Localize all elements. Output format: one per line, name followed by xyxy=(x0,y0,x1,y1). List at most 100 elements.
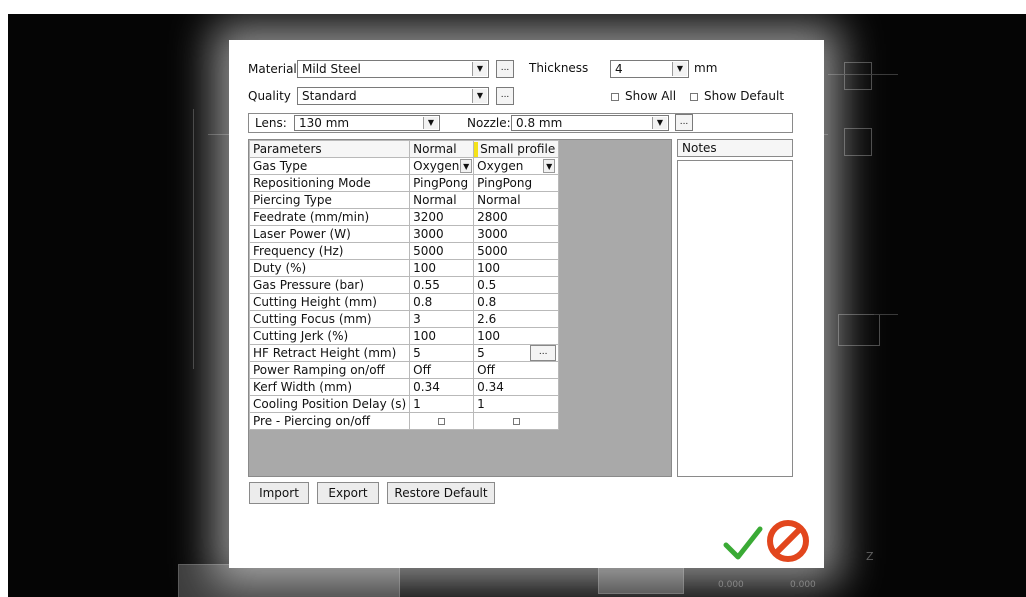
quality-select[interactable]: Standard ▼ xyxy=(297,87,489,105)
param-value-normal[interactable]: 1 xyxy=(409,395,475,413)
param-value-normal[interactable]: 0.8 xyxy=(409,293,475,311)
param-value-small[interactable]: 100 xyxy=(473,259,560,277)
quality-browse-button[interactable]: ... xyxy=(496,87,514,105)
param-name: Feedrate (mm/min) xyxy=(248,208,411,226)
param-value-small[interactable]: PingPong xyxy=(473,174,560,192)
param-value-normal[interactable]: 3000 xyxy=(409,225,475,243)
param-value-normal[interactable]: 3 xyxy=(409,310,475,328)
material-label: Material xyxy=(248,62,297,76)
table-row: Gas Pressure (bar) 0.55 0.5 xyxy=(248,276,560,294)
cancel-button[interactable] xyxy=(767,520,809,562)
header-small-profile-label: Small profile xyxy=(480,142,556,156)
param-name: Power Ramping on/off xyxy=(248,361,411,379)
param-name: Duty (%) xyxy=(248,259,411,277)
param-value-small[interactable]: 2.6 xyxy=(473,310,560,328)
lens-select[interactable]: 130 mm ▼ xyxy=(294,115,440,131)
import-button[interactable]: Import xyxy=(249,482,309,504)
thickness-value: 4 xyxy=(615,62,623,76)
nozzle-select[interactable]: 0.8 mm ▼ xyxy=(511,115,669,131)
param-value-normal[interactable]: 0.34 xyxy=(409,378,475,396)
thickness-select[interactable]: 4 ▼ xyxy=(610,60,689,78)
param-value-normal[interactable]: Off xyxy=(409,361,475,379)
material-browse-button[interactable]: ... xyxy=(496,60,514,78)
param-value-small[interactable]: 1 xyxy=(473,395,560,413)
bg-value: 0.000 xyxy=(718,580,744,590)
param-value-normal[interactable]: 100 xyxy=(409,327,475,345)
param-value-normal[interactable]: PingPong xyxy=(409,174,475,192)
notes-header: Notes xyxy=(677,139,793,157)
material-select[interactable]: Mild Steel ▼ xyxy=(297,60,489,78)
table-row: Gas Type Oxygen ▼ Oxygen ▼ xyxy=(248,157,560,175)
param-value-normal[interactable]: Normal xyxy=(409,191,475,209)
pre-piercing-small-checkbox[interactable] xyxy=(473,412,560,430)
param-value-small[interactable]: Off xyxy=(473,361,560,379)
bg-value: 0.000 xyxy=(790,580,816,590)
nozzle-value: 0.8 mm xyxy=(516,116,563,130)
param-value-small[interactable]: Normal xyxy=(473,191,560,209)
chevron-down-icon: ▼ xyxy=(472,62,487,76)
param-name: Cutting Height (mm) xyxy=(248,293,411,311)
notes-textarea[interactable] xyxy=(677,160,793,477)
pre-piercing-normal-checkbox[interactable] xyxy=(409,412,475,430)
param-value-normal[interactable]: 3200 xyxy=(409,208,475,226)
lens-label: Lens: xyxy=(255,116,287,130)
checkbox-icon xyxy=(438,417,446,425)
param-value-small[interactable]: 0.8 xyxy=(473,293,560,311)
table-row: Power Ramping on/off Off Off xyxy=(248,361,560,379)
export-button[interactable]: Export xyxy=(317,482,379,504)
cell-value: Oxygen xyxy=(413,159,460,173)
quality-label: Quality xyxy=(248,89,291,103)
param-name: Laser Power (W) xyxy=(248,225,411,243)
param-name: Cutting Jerk (%) xyxy=(248,327,411,345)
lens-nozzle-bar: Lens: 130 mm ▼ Nozzle: 0.8 mm ▼ ... xyxy=(248,113,793,133)
chevron-down-icon: ▼ xyxy=(672,62,687,76)
ok-button[interactable] xyxy=(723,523,763,563)
param-value-normal[interactable]: 100 xyxy=(409,259,475,277)
param-value-small[interactable]: 0.5 xyxy=(473,276,560,294)
bg-axis-label: Z xyxy=(866,550,874,563)
nozzle-label: Nozzle: xyxy=(467,116,511,130)
cell-value: Oxygen xyxy=(477,159,524,173)
parameters-grid: Parameters Normal Small profile Gas Type… xyxy=(248,139,672,477)
checkbox-icon xyxy=(690,92,698,101)
header-normal[interactable]: Normal xyxy=(409,140,475,158)
show-default-checkbox[interactable]: Show Default xyxy=(690,89,784,103)
param-value-small[interactable]: 100 xyxy=(473,327,560,345)
cell-value: 5 xyxy=(477,346,485,360)
checkmark-icon xyxy=(723,526,763,560)
param-name: Repositioning Mode xyxy=(248,174,411,192)
gas-type-normal-select[interactable]: Oxygen ▼ xyxy=(409,157,475,175)
thickness-label: Thickness xyxy=(529,61,589,75)
show-all-checkbox[interactable]: Show All xyxy=(611,89,676,103)
param-name: Frequency (Hz) xyxy=(248,242,411,260)
param-value-small[interactable]: 2800 xyxy=(473,208,560,226)
chevron-down-icon: ▼ xyxy=(423,117,438,129)
quality-value: Standard xyxy=(302,89,357,103)
bg-line xyxy=(874,314,898,315)
param-value-small[interactable]: 3000 xyxy=(473,225,560,243)
gas-type-small-select[interactable]: Oxygen ▼ xyxy=(473,157,560,175)
show-all-label: Show All xyxy=(625,89,677,103)
param-value-small[interactable]: 5000 xyxy=(473,242,560,260)
cancel-icon xyxy=(767,520,809,562)
table-row: Laser Power (W) 3000 3000 xyxy=(248,225,560,243)
bg-box xyxy=(844,62,872,90)
header-parameters: Parameters xyxy=(248,140,411,158)
param-value-normal[interactable]: 5000 xyxy=(409,242,475,260)
param-value-small-hf-retract[interactable]: 5... xyxy=(473,344,560,362)
param-value-small[interactable]: 0.34 xyxy=(473,378,560,396)
chevron-down-icon: ▼ xyxy=(472,89,487,103)
table-row: Cutting Focus (mm) 3 2.6 xyxy=(248,310,560,328)
table-row: Cooling Position Delay (s) 1 1 xyxy=(248,395,560,413)
cutting-parameters-dialog: Material Mild Steel ▼ ... Thickness 4 ▼ … xyxy=(229,40,824,568)
table-row: Piercing Type Normal Normal xyxy=(248,191,560,209)
material-value: Mild Steel xyxy=(302,62,361,76)
table-row: HF Retract Height (mm) 5 5... xyxy=(248,344,560,362)
nozzle-browse-button[interactable]: ... xyxy=(675,114,693,131)
hf-retract-edit-button[interactable]: ... xyxy=(530,345,557,361)
restore-default-button[interactable]: Restore Default xyxy=(387,482,495,504)
param-value-normal[interactable]: 5 xyxy=(409,344,475,362)
param-value-normal[interactable]: 0.55 xyxy=(409,276,475,294)
table-header-row: Parameters Normal Small profile xyxy=(248,140,560,158)
header-small-profile[interactable]: Small profile xyxy=(473,140,560,158)
